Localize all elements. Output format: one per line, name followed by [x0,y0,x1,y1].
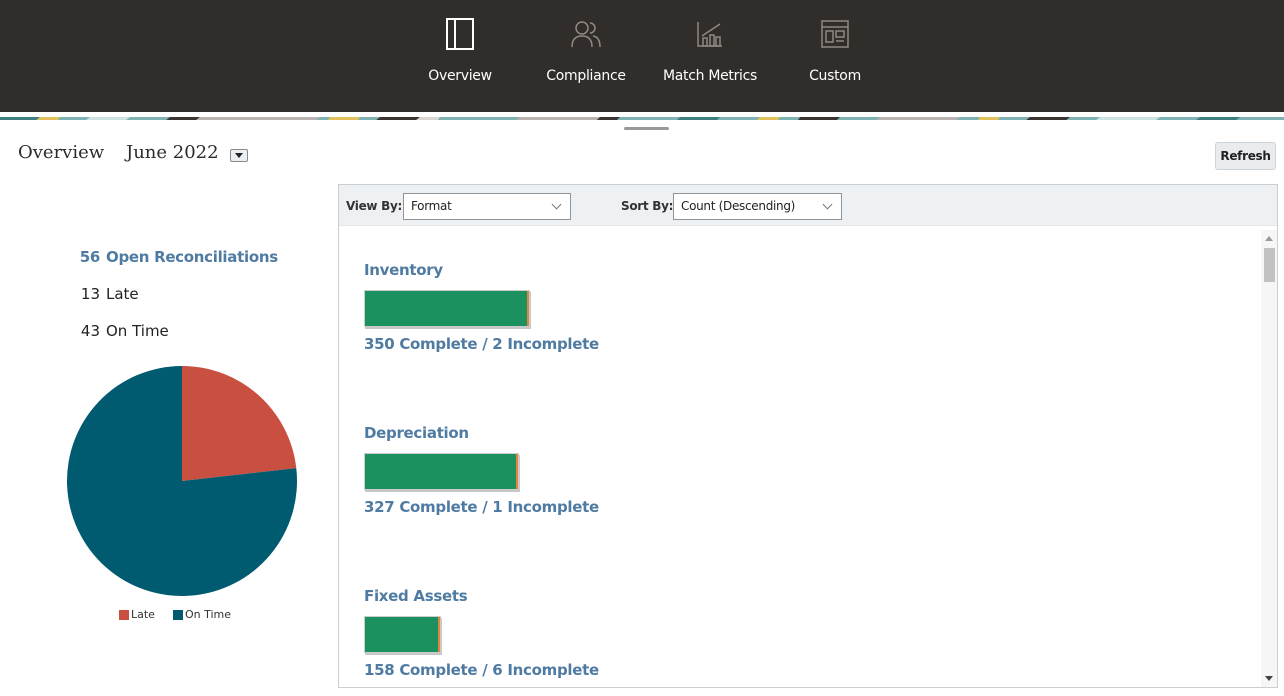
refresh-button[interactable]: Refresh [1215,142,1276,170]
top-navigation-bar: Overview Compliance Match Metrics Custom [0,0,1284,112]
late-count: 13 [80,285,100,303]
group-caption[interactable]: 158 Complete / 6 Incomplete [364,661,599,679]
legend-label: On Time [184,608,231,621]
sort-by-value: Count (Descending) [681,199,796,213]
nav-item-match-metrics[interactable]: Match Metrics [662,0,758,112]
view-by-select[interactable]: Format [403,193,571,220]
group-title[interactable]: Inventory [364,261,599,279]
nav-item-overview[interactable]: Overview [428,0,492,112]
scroll-down-icon[interactable] [1265,676,1273,681]
group-caption[interactable]: 327 Complete / 1 Incomplete [364,498,599,516]
scroll-thumb[interactable] [1264,248,1275,282]
late-label: Late [106,285,139,303]
late-reconciliations: 13 Late [78,285,139,303]
stacked-bar[interactable] [364,616,442,653]
users-icon [571,18,601,50]
progress-bar[interactable] [364,453,599,491]
nav-label: Compliance [546,68,626,84]
bar-segment-complete[interactable] [365,617,438,652]
panel-toolbar: View By: Format Sort By: Count (Descendi… [339,185,1277,226]
layout-icon [820,18,850,50]
pie-slice-late[interactable] [182,366,297,481]
status-pie-chart [66,366,297,596]
open-label: Open Reconciliations [106,248,278,266]
bar-chart-icon [695,18,725,50]
period-label: June 2022 [126,142,219,163]
legend-item-on-time[interactable]: On Time [172,608,231,621]
nav-item-custom[interactable]: Custom [806,0,864,112]
page-title: Overview [18,142,105,163]
legend-label: Late [131,608,155,621]
bar-segment-incomplete[interactable] [515,454,518,489]
nav-item-compliance[interactable]: Compliance [546,0,626,112]
nav-label: Custom [809,68,861,84]
sort-by-select[interactable]: Count (Descending) [673,193,842,220]
ontime-label: On Time [106,322,169,340]
bar-segment-complete[interactable] [365,291,528,326]
sort-by-label: Sort By: [621,199,674,213]
group-caption[interactable]: 350 Complete / 2 Incomplete [364,335,599,353]
group-inventory[interactable]: Inventory 350 Complete / 2 Incomplete [364,261,599,353]
progress-bar[interactable] [364,616,599,654]
resize-handle[interactable] [624,127,669,130]
scroll-up-icon[interactable] [1265,236,1273,241]
decorative-banner [0,112,1284,120]
bar-segment-incomplete[interactable] [527,291,529,326]
open-reconciliations[interactable]: 56 Open Reconciliations [78,248,278,266]
ontime-reconciliations: 43 On Time [78,322,169,340]
group-fixed-assets[interactable]: Fixed Assets 158 Complete / 6 Incomplete [364,587,599,679]
vertical-scrollbar[interactable] [1261,230,1277,687]
group-depreciation[interactable]: Depreciation 327 Complete / 1 Incomplete [364,424,599,516]
open-count: 56 [79,248,101,266]
view-by-label: View By: [346,199,402,213]
legend-item-late[interactable]: Late [119,608,155,621]
chevron-down-icon [822,199,833,210]
group-title[interactable]: Depreciation [364,424,599,442]
stacked-bar[interactable] [364,290,530,327]
chevron-down-icon [551,199,562,210]
nav-label: Overview [428,68,492,84]
legend-swatch-on-time [172,609,183,620]
group-title[interactable]: Fixed Assets [364,587,599,605]
period-dropdown-button[interactable] [230,149,248,162]
nav-label: Match Metrics [662,68,758,84]
pie-legend: Late On Time [119,608,231,621]
format-panel: View By: Format Sort By: Count (Descendi… [338,184,1278,688]
bar-segment-complete[interactable] [365,454,516,489]
bar-segment-incomplete[interactable] [437,617,441,652]
ontime-count: 43 [80,322,100,340]
progress-bar[interactable] [364,290,599,328]
panel-icon [445,18,475,50]
stacked-bar[interactable] [364,453,519,490]
view-by-value: Format [411,199,452,213]
legend-swatch-late [119,609,129,620]
